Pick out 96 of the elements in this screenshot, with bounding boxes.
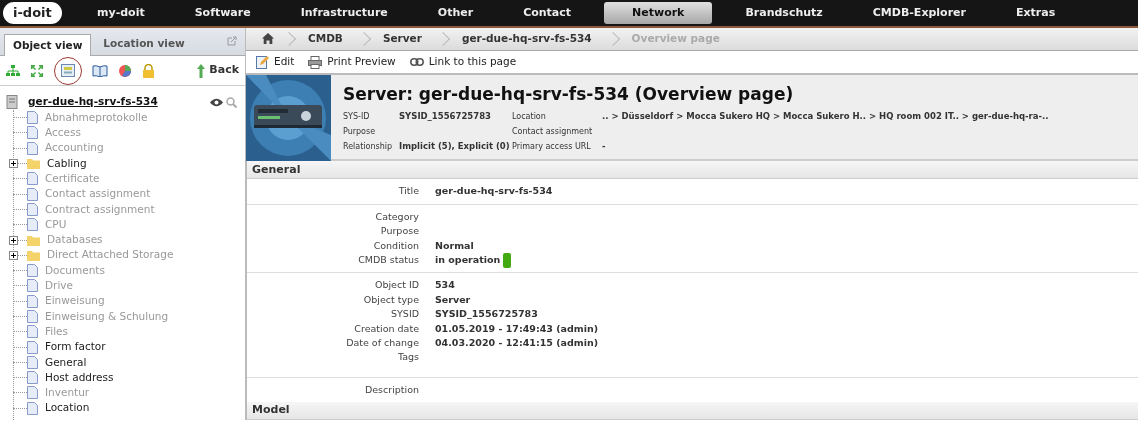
expand-icon[interactable] (30, 63, 44, 78)
document-icon (27, 126, 38, 140)
document-icon (27, 187, 38, 201)
field-label: Object type (362, 292, 419, 307)
document-icon (27, 386, 38, 400)
field-label: Object ID (373, 278, 419, 293)
document-icon (27, 294, 38, 308)
form-icon[interactable] (61, 64, 75, 77)
link-icon (409, 58, 424, 67)
folder-icon (27, 158, 40, 170)
document-icon (27, 279, 38, 293)
document-icon (27, 325, 38, 339)
field-label: Creation date (353, 321, 419, 336)
eye-icon[interactable] (210, 97, 223, 107)
field-label: Date of change (345, 335, 419, 350)
popout-icon[interactable] (227, 36, 237, 46)
nav-tab[interactable]: Extras (991, 2, 1081, 24)
home-icon[interactable] (262, 33, 274, 45)
field-value: 534 (435, 278, 455, 293)
document-icon (27, 202, 38, 216)
document-icon (27, 141, 38, 155)
document-icon (27, 310, 38, 323)
document-icon (27, 111, 38, 125)
field-label: Tags (396, 350, 419, 365)
field-value: 01.05.2019 - 17:49:43 (admin) (435, 321, 599, 336)
field-label: Location (512, 110, 547, 123)
server-icon (6, 95, 18, 109)
field-value: 04.03.2020 - 12:41:15 (admin) (435, 335, 599, 350)
lock-icon[interactable] (142, 63, 155, 78)
field-value: - (602, 140, 606, 154)
folder-icon (27, 249, 40, 261)
field-label: Relationship (343, 140, 394, 153)
field-value: Implicit (5), Explicit (0) (399, 140, 510, 154)
action-button[interactable]: Edit (256, 54, 295, 70)
expand-toggle[interactable] (9, 159, 18, 169)
document-icon (27, 355, 38, 369)
nav-tab[interactable]: Network (604, 2, 713, 24)
expand-toggle[interactable] (9, 250, 18, 260)
field-label: SYS-ID (343, 110, 371, 123)
up-arrow-icon (197, 63, 206, 78)
document-icon (27, 172, 38, 186)
field-label: Description (363, 382, 419, 397)
nav-tab[interactable]: Other (412, 2, 499, 24)
action-button[interactable]: Link to this page (409, 54, 517, 70)
field-label: Title (397, 184, 419, 199)
tree-item[interactable]: Form factor (45, 339, 106, 355)
field-label: CMDB status (357, 252, 419, 267)
breadcrumb-link[interactable]: CMDB (308, 31, 343, 47)
nav-tab[interactable]: Software (169, 2, 276, 24)
printer-icon (308, 55, 323, 69)
view-tab[interactable]: Object view (4, 34, 92, 56)
document-icon (27, 371, 38, 385)
nav-tab[interactable]: Infrastructure (275, 2, 413, 24)
object-title[interactable]: ger-due-hq-srv-fs-534 (28, 94, 158, 110)
field-value: Server (435, 292, 471, 307)
document-icon (27, 264, 38, 278)
document-icon (27, 218, 38, 232)
field-label: Primary access URL (512, 140, 592, 153)
field-value: Normal (435, 238, 474, 253)
document-icon (27, 340, 38, 354)
document-icon (27, 401, 38, 415)
back-button[interactable]: Back (197, 62, 239, 79)
section-header: General (252, 161, 301, 178)
search-icon[interactable] (226, 96, 237, 108)
field-value: ger-due-hq-srv-fs-534 (435, 184, 553, 199)
section-header: Model (252, 402, 290, 419)
nav-tab[interactable]: CMDB-Explorer (847, 2, 991, 24)
field-value: SYSID_1556725783 (435, 307, 538, 322)
field-value: .. > Düsseldorf > Mocca Sukero HQ > Mocca Sukero H.. > HQ room 002 IT.. > ger-due-hq-ra-.. (602, 110, 1049, 124)
field-value: in operation (435, 252, 501, 267)
expand-toggle[interactable] (9, 235, 18, 245)
field-label: SYSID (390, 307, 419, 322)
page-title: Server: ger-due-hq-srv-fs-534 (Overview page) (343, 83, 795, 106)
logo[interactable]: i-doit (3, 2, 62, 24)
edit-icon (256, 55, 269, 70)
tree-item[interactable]: Location (45, 400, 90, 417)
field-label: Purpose (379, 224, 419, 239)
tree-item[interactable]: Host address (45, 369, 114, 386)
nav-tab[interactable]: Contact (498, 2, 597, 24)
tree-item[interactable]: Cabling (47, 155, 87, 172)
folder-icon (27, 234, 40, 246)
book-icon[interactable] (92, 64, 108, 77)
field-label: Purpose (343, 125, 377, 138)
field-value: SYSID_1556725783 (399, 110, 491, 124)
tree-icon[interactable] (6, 64, 20, 77)
nav-tab[interactable]: my-doit (72, 2, 170, 24)
view-tab[interactable]: Location view (91, 33, 197, 55)
pie-chart-icon[interactable] (118, 63, 132, 78)
field-label: Contact assignment (512, 125, 594, 138)
breadcrumb-link[interactable]: ger-due-hq-srv-fs-534 (461, 31, 592, 47)
tree-item[interactable]: General (45, 354, 87, 371)
field-label: Category (374, 209, 419, 224)
field-label: Condition (372, 238, 419, 253)
breadcrumb-link[interactable]: Server (382, 31, 422, 47)
action-button[interactable]: Print Preview (308, 54, 396, 70)
nav-tab[interactable]: Brandschutz (720, 2, 848, 24)
